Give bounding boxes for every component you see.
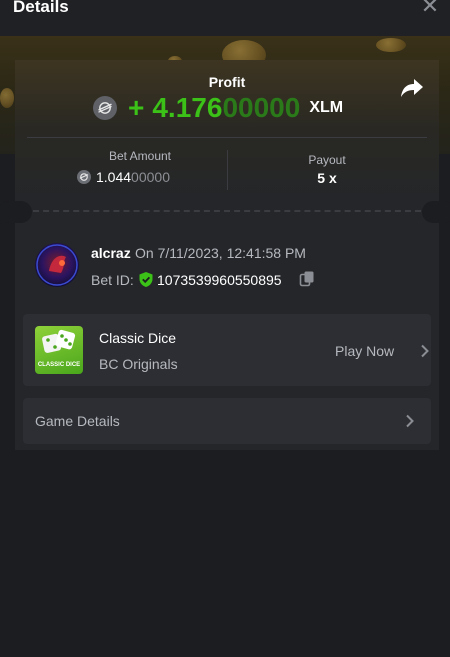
ticket-perforation — [33, 210, 421, 212]
bet-date: On 7/11/2023, 12:41:58 PM — [135, 245, 306, 261]
divider — [27, 137, 427, 138]
bet-amount: 1.044 00000 — [77, 169, 170, 185]
game-provider: BC Originals — [99, 356, 178, 372]
profit-amount: + 4.176 00000 XLM — [93, 90, 343, 126]
ticket-notch — [422, 201, 450, 223]
profit-label: Profit — [208, 74, 246, 90]
modal-title: Details — [13, 0, 69, 16]
copy-icon[interactable] — [299, 270, 315, 287]
share-icon[interactable] — [400, 77, 424, 99]
chevron-right-icon — [405, 414, 415, 428]
close-icon[interactable]: ✕ — [420, 0, 440, 17]
stellar-icon — [77, 170, 91, 184]
bet-amount-label: Bet Amount — [108, 149, 172, 163]
modal-header: Details ✕ — [0, 0, 450, 36]
game-details-row[interactable]: Game Details — [23, 398, 431, 444]
username[interactable]: alcraz — [91, 245, 131, 261]
verified-shield-icon — [138, 271, 154, 288]
profit-sign: + — [128, 92, 145, 123]
coin-decoration — [376, 38, 406, 52]
payout-label: Payout — [308, 153, 346, 167]
avatar[interactable] — [35, 243, 79, 287]
profit-value: 4.176 — [152, 92, 223, 123]
play-now-button[interactable]: Play Now — [335, 343, 394, 359]
divider — [227, 150, 228, 190]
game-details-label: Game Details — [35, 413, 120, 429]
bet-detail-card: Profit + 4.176 00000 XLM Bet Amount 1.04… — [0, 60, 450, 450]
bet-amount-trailing: 00000 — [131, 169, 170, 185]
game-name: Classic Dice — [99, 330, 177, 346]
bet-id-value: 1073539960550895 — [157, 272, 282, 288]
profit-value-trailing: 00000 — [222, 92, 301, 123]
bet-id-label: Bet ID: — [91, 272, 134, 288]
profit-currency: XLM — [309, 99, 344, 116]
bet-amount-value: 1.044 — [96, 169, 132, 185]
stellar-icon — [93, 96, 117, 120]
ticket-notch — [0, 201, 32, 223]
chevron-right-icon — [420, 344, 430, 358]
game-link-row[interactable]: CLASSIC DICE Classic Dice BC Originals P… — [23, 314, 431, 386]
classic-dice-thumbnail: CLASSIC DICE — [35, 326, 83, 374]
payout-value: 5 x — [317, 170, 337, 186]
coin-decoration — [0, 88, 14, 108]
thumbnail-caption: CLASSIC DICE — [37, 362, 81, 368]
